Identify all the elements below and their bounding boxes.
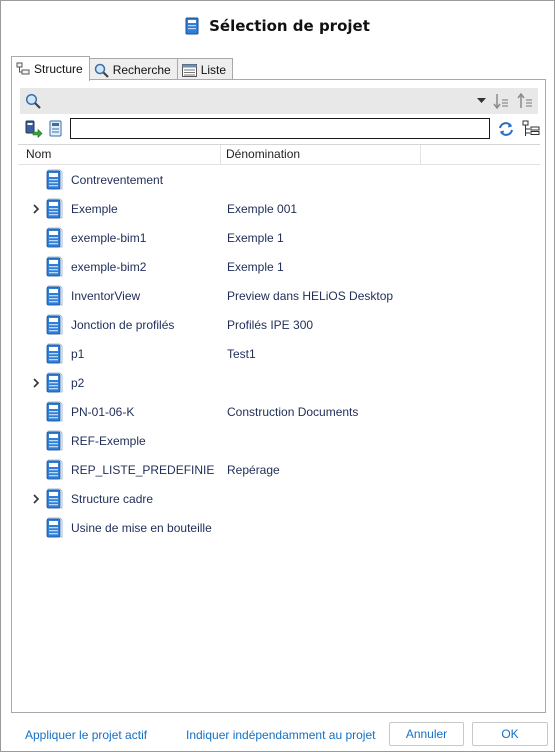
table-row[interactable]: exemple-bim1 Exemple 1 (18, 223, 540, 252)
column-header-denomination[interactable]: Dénomination (221, 145, 421, 164)
project-icon (45, 255, 65, 277)
tab-label: Structure (34, 62, 83, 76)
sort-descending-icon[interactable] (493, 93, 509, 109)
magnifier-icon (94, 63, 109, 78)
project-icon (45, 400, 65, 422)
go-to-project-icon[interactable] (25, 120, 43, 138)
search-icon[interactable] (25, 93, 41, 109)
project-icon (45, 197, 65, 219)
table-row[interactable]: REF-Exemple (18, 426, 540, 455)
project-book-icon (185, 17, 199, 35)
chevron-right-icon[interactable] (31, 493, 41, 504)
tab-liste[interactable]: Liste (176, 58, 234, 81)
column-header-nom[interactable]: Nom (18, 145, 221, 164)
project-denomination: Construction Documents (227, 405, 359, 419)
project-denomination: Test1 (227, 347, 256, 361)
project-name: Structure cadre (71, 492, 154, 506)
grid-header: Nom Dénomination (18, 145, 540, 165)
project-icon (45, 371, 65, 393)
structure-panel: Nom Dénomination Contreventement Exemple E… (11, 79, 546, 713)
table-row[interactable]: Exemple Exemple 001 (18, 194, 540, 223)
filter-toolbar (20, 118, 540, 140)
ok-button[interactable]: OK (472, 722, 548, 746)
project-name: exemple-bim1 (71, 231, 147, 245)
table-row[interactable]: Structure cadre (18, 484, 540, 513)
window-title: Sélection de projet (209, 17, 370, 35)
table-row[interactable]: Jonction de profilés Profilés IPE 300 (18, 310, 540, 339)
table-row[interactable]: p1 Test1 (18, 339, 540, 368)
indicate-independent-link[interactable]: Indiquer indépendamment au projet (186, 728, 375, 742)
project-icon (45, 516, 65, 538)
sort-ascending-icon[interactable] (517, 93, 533, 109)
tab-label: Recherche (112, 63, 171, 77)
dialog-footer: Appliquer le projet actif Indiquer indép… (1, 719, 554, 751)
project-denomination: Preview dans HELiOS Desktop (227, 289, 394, 303)
project-name: Usine de mise en bouteille (71, 521, 212, 535)
project-denomination: Profilés IPE 300 (227, 318, 314, 332)
grid-rows: Contreventement Exemple Exemple 001 exemple… (18, 165, 540, 542)
project-name: InventorView (71, 289, 141, 303)
project-name: REP_LISTE_PREDEFINIE (71, 463, 215, 477)
project-name: p1 (71, 347, 85, 361)
search-bar[interactable] (20, 88, 538, 114)
project-denomination: Repérage (227, 463, 280, 477)
project-denomination: Exemple 1 (227, 260, 284, 274)
project-denomination: Exemple 1 (227, 231, 284, 245)
project-name: Jonction de profilés (71, 318, 175, 332)
project-icon (45, 168, 65, 190)
tab-recherche[interactable]: Recherche (88, 58, 178, 81)
project-name: REF-Exemple (71, 434, 146, 448)
project-icon (45, 226, 65, 248)
project-tree-grid: Nom Dénomination Contreventement Exemple E… (18, 144, 540, 704)
filter-input[interactable] (70, 118, 490, 139)
tab-label: Liste (200, 63, 227, 77)
chevron-right-icon[interactable] (31, 377, 41, 388)
chevron-right-icon[interactable] (31, 203, 41, 214)
cancel-button[interactable]: Annuler (389, 722, 464, 746)
table-row[interactable]: Usine de mise en bouteille (18, 513, 540, 542)
dropdown-arrow-icon[interactable] (477, 98, 486, 104)
refresh-icon[interactable] (498, 121, 514, 137)
project-selection-dialog: Sélection de projet Structure Recherche (0, 0, 555, 752)
project-name: Exemple (71, 202, 118, 216)
tree-options-icon[interactable] (522, 120, 540, 138)
table-row[interactable]: Contreventement (18, 165, 540, 194)
project-icon (45, 284, 65, 306)
table-row[interactable]: InventorView Preview dans HELiOS Desktop (18, 281, 540, 310)
table-row[interactable]: p2 (18, 368, 540, 397)
project-book-icon[interactable] (49, 120, 62, 137)
project-icon (45, 458, 65, 480)
project-icon (45, 342, 65, 364)
title-bar: Sélection de projet (1, 1, 554, 51)
tab-structure[interactable]: Structure (11, 56, 90, 81)
project-name: PN-01-06-K (71, 405, 135, 419)
table-row[interactable]: REP_LISTE_PREDEFINIE Repérage (18, 455, 540, 484)
project-name: exemple-bim2 (71, 260, 147, 274)
project-icon (45, 429, 65, 451)
tab-strip: Structure Recherche Liste (11, 56, 234, 81)
project-name: Contreventement (71, 173, 164, 187)
list-window-icon (181, 63, 197, 77)
project-icon (45, 487, 65, 509)
tree-structure-icon (16, 62, 30, 76)
project-icon (45, 313, 65, 335)
project-denomination: Exemple 001 (227, 202, 298, 216)
table-row[interactable]: PN-01-06-K Construction Documents (18, 397, 540, 426)
table-row[interactable]: exemple-bim2 Exemple 1 (18, 252, 540, 281)
apply-active-project-link[interactable]: Appliquer le projet actif (25, 728, 147, 742)
project-name: p2 (71, 376, 85, 390)
